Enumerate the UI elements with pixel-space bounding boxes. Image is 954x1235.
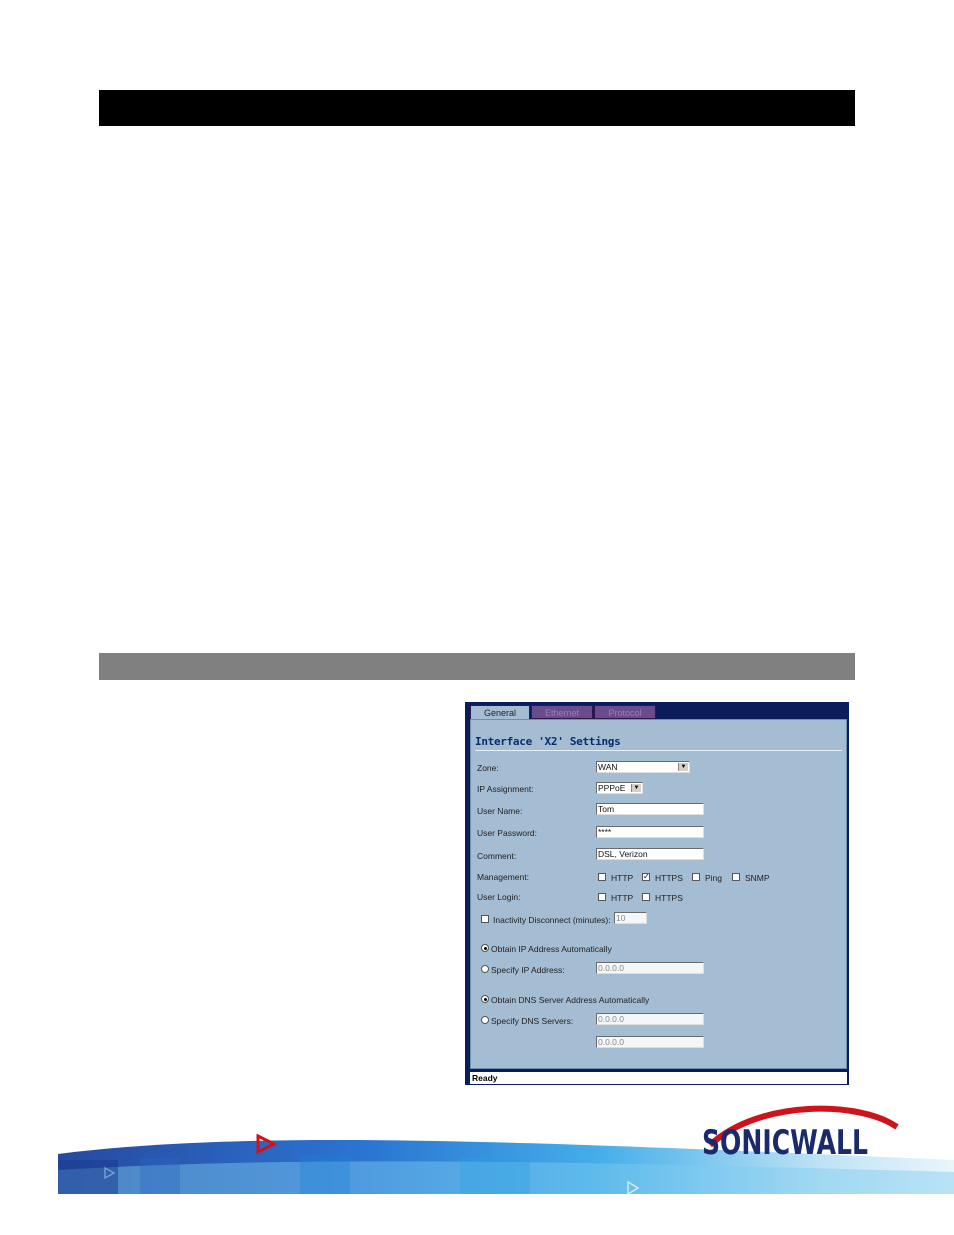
chevron-down-icon[interactable]: ▼ xyxy=(678,763,688,771)
inactivity-label: Inactivity Disconnect (minutes): xyxy=(493,915,611,925)
management-snmp-checkbox[interactable] xyxy=(732,873,740,881)
user-password-label: User Password: xyxy=(477,828,537,838)
management-ping-checkbox[interactable] xyxy=(692,873,700,881)
management-snmp-label: SNMP xyxy=(745,873,770,883)
specify-dns-label: Specify DNS Servers: xyxy=(491,1016,574,1026)
obtain-dns-auto-label: Obtain DNS Server Address Automatically xyxy=(491,995,650,1005)
interface-settings-dialog: General Ethernet Protocol Interface 'X2'… xyxy=(465,702,849,1085)
management-label: Management: xyxy=(477,872,529,882)
user-name-label: User Name: xyxy=(477,806,523,816)
user-password-input[interactable]: **** xyxy=(596,826,704,838)
zone-select[interactable]: WAN ▼ xyxy=(596,761,690,773)
user-login-http-checkbox[interactable] xyxy=(598,893,606,901)
ip-assignment-select[interactable]: PPPoE ▼ xyxy=(596,782,643,794)
obtain-dns-auto-radio[interactable] xyxy=(481,995,489,1003)
specify-ip-input[interactable]: 0.0.0.0 xyxy=(596,962,704,974)
inactivity-checkbox[interactable] xyxy=(481,915,489,923)
obtain-ip-auto-radio[interactable] xyxy=(481,944,489,952)
chevron-down-icon[interactable]: ▼ xyxy=(631,784,641,792)
user-login-https-label: HTTPS xyxy=(655,893,683,903)
header-bar xyxy=(99,90,855,126)
settings-panel: Interface 'X2' Settings Zone: WAN ▼ IP A… xyxy=(470,719,847,1069)
ip-assignment-label: IP Assignment: xyxy=(477,784,534,794)
tab-protocol[interactable]: Protocol xyxy=(594,705,656,719)
specify-dns-radio[interactable] xyxy=(481,1016,489,1024)
specify-ip-radio[interactable] xyxy=(481,965,489,973)
sonicwall-logo: SONICWALL xyxy=(702,1105,899,1160)
section-bar xyxy=(99,653,855,680)
comment-label: Comment: xyxy=(477,851,517,861)
inactivity-input[interactable]: 10 xyxy=(614,912,647,924)
status-bar: Ready xyxy=(470,1072,847,1084)
panel-title: Interface 'X2' Settings xyxy=(475,735,621,748)
management-ping-label: Ping xyxy=(705,873,723,883)
user-login-label: User Login: xyxy=(477,892,521,902)
management-http-checkbox[interactable] xyxy=(598,873,606,881)
tab-strip: General Ethernet Protocol xyxy=(470,705,657,721)
zone-label: Zone: xyxy=(477,763,499,773)
dns-server-2-input[interactable]: 0.0.0.0 xyxy=(596,1036,704,1048)
comment-input[interactable]: DSL, Verizon xyxy=(596,848,704,860)
dns-server-1-input[interactable]: 0.0.0.0 xyxy=(596,1013,704,1025)
user-name-input[interactable]: Tom xyxy=(596,803,704,815)
management-http-label: HTTP xyxy=(611,873,634,883)
zone-value: WAN xyxy=(598,762,618,772)
logo-wordmark: SONICWALL xyxy=(702,1123,868,1160)
management-https-checkbox[interactable]: ✓ xyxy=(642,873,650,881)
title-divider xyxy=(475,750,842,751)
management-https-label: HTTPS xyxy=(655,873,683,883)
tab-ethernet[interactable]: Ethernet xyxy=(531,705,593,719)
ip-assignment-value: PPPoE xyxy=(598,783,626,793)
user-login-https-checkbox[interactable] xyxy=(642,893,650,901)
specify-ip-label: Specify IP Address: xyxy=(491,965,565,975)
obtain-ip-auto-label: Obtain IP Address Automatically xyxy=(491,944,612,954)
user-login-http-label: HTTP xyxy=(611,893,634,903)
